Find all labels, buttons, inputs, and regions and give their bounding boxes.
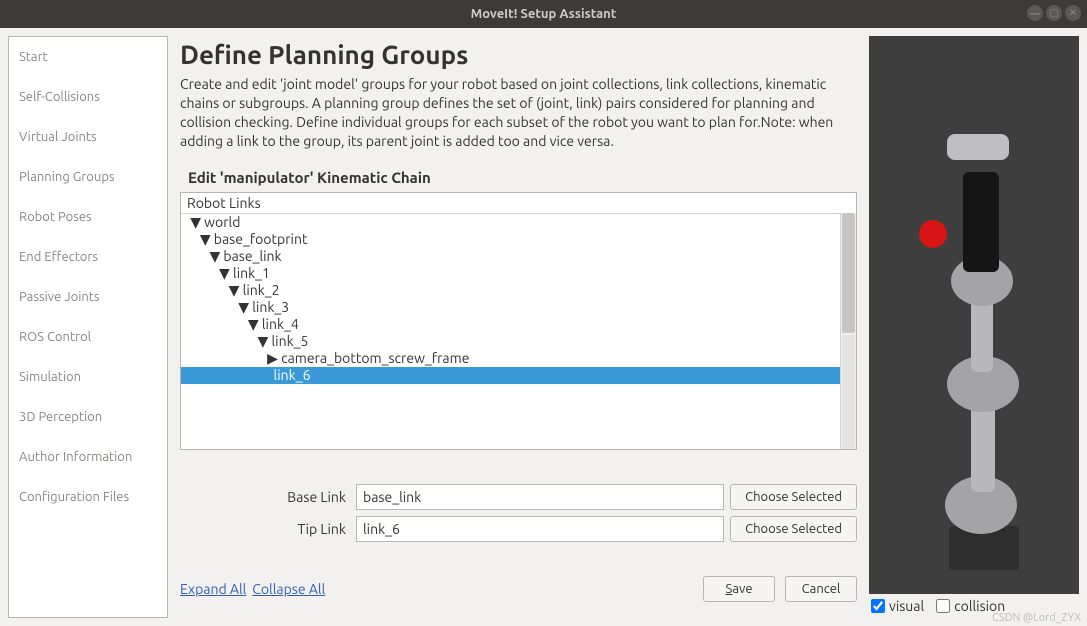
tree-header[interactable]: Robot Links	[181, 193, 856, 214]
page-description: Create and edit 'joint model' groups for…	[180, 75, 857, 151]
choose-base-button[interactable]: Choose Selected	[730, 484, 857, 510]
robot-marker	[919, 220, 947, 248]
base-link-row: Base Link Choose Selected	[180, 484, 857, 510]
close-icon[interactable]: ✕	[1065, 5, 1081, 21]
robot-viewport[interactable]	[869, 36, 1079, 594]
sidebar-item-passive-joints[interactable]: Passive Joints	[9, 277, 167, 317]
scrollbar-thumb[interactable]	[842, 213, 855, 333]
expand-all-link[interactable]: Expand All	[180, 581, 246, 597]
tree-body[interactable]: ▼ world ▼ base_footprint ▼ base_link ▼ l…	[181, 214, 856, 444]
tree-row-link_6[interactable]: link_6	[181, 367, 856, 384]
watermark: CSDN @Lord_ZYX	[992, 612, 1081, 624]
scrollbar-track[interactable]	[842, 335, 855, 449]
tree-row-base_link[interactable]: ▼ base_link	[181, 248, 856, 265]
bottom-row: Expand All Collapse All Save Cancel	[180, 576, 857, 602]
base-link-input[interactable]	[356, 484, 724, 510]
scrollbar[interactable]	[840, 213, 856, 449]
minimize-icon[interactable]: —	[1027, 5, 1043, 21]
sidebar-item-virtual-joints[interactable]: Virtual Joints	[9, 117, 167, 157]
tree-row-link_2[interactable]: ▼ link_2	[181, 282, 856, 299]
sidebar-item-configuration-files[interactable]: Configuration Files	[9, 477, 167, 517]
base-link-label: Base Link	[180, 489, 350, 505]
tree-row-link_3[interactable]: ▼ link_3	[181, 299, 856, 316]
collapse-all-link[interactable]: Collapse All	[252, 581, 325, 597]
tip-link-label: Tip Link	[180, 521, 350, 537]
sidebar-item-ros-control[interactable]: ROS Control	[9, 317, 167, 357]
tree-row-link_4[interactable]: ▼ link_4	[181, 316, 856, 333]
window-title: MoveIt! Setup Assistant	[471, 7, 617, 21]
main-panel: Define Planning Groups Create and edit '…	[176, 36, 861, 618]
page-title: Define Planning Groups	[180, 40, 857, 69]
tip-link-row: Tip Link Choose Selected	[180, 516, 857, 542]
sidebar-item-planning-groups[interactable]: Planning Groups	[9, 157, 167, 197]
maximize-icon[interactable]: ▢	[1046, 5, 1062, 21]
visual-checkbox-label[interactable]: visual	[871, 598, 924, 614]
tree-row-camera_bottom_screw_frame[interactable]: ▶ camera_bottom_screw_frame	[181, 350, 856, 367]
visualization-panel: visual collision	[869, 36, 1079, 618]
sidebar-item-robot-poses[interactable]: Robot Poses	[9, 197, 167, 237]
collision-checkbox[interactable]	[936, 599, 950, 613]
tree-row-world[interactable]: ▼ world	[181, 214, 856, 231]
titlebar: MoveIt! Setup Assistant — ▢ ✕	[0, 0, 1087, 28]
window-controls: — ▢ ✕	[1027, 5, 1081, 21]
tree-row-base_footprint[interactable]: ▼ base_footprint	[181, 231, 856, 248]
robot-link-3	[963, 172, 999, 272]
tree-row-link_1[interactable]: ▼ link_1	[181, 265, 856, 282]
sidebar-item-author-information[interactable]: Author Information	[9, 437, 167, 477]
tip-link-input[interactable]	[356, 516, 724, 542]
section-title: Edit 'manipulator' Kinematic Chain	[188, 169, 857, 186]
sidebar-item-3d-perception[interactable]: 3D Perception	[9, 397, 167, 437]
tree-view[interactable]: Robot Links ▼ world ▼ base_footprint ▼ b…	[180, 192, 857, 450]
cancel-button[interactable]: Cancel	[785, 576, 857, 602]
choose-tip-button[interactable]: Choose Selected	[730, 516, 857, 542]
sidebar-item-start[interactable]: Start	[9, 37, 167, 77]
save-button[interactable]: Save	[703, 576, 775, 602]
visual-checkbox[interactable]	[871, 599, 885, 613]
tree-row-link_5[interactable]: ▼ link_5	[181, 333, 856, 350]
sidebar: StartSelf-CollisionsVirtual JointsPlanni…	[8, 36, 168, 618]
sidebar-item-simulation[interactable]: Simulation	[9, 357, 167, 397]
sidebar-item-end-effectors[interactable]: End Effectors	[9, 237, 167, 277]
sidebar-item-self-collisions[interactable]: Self-Collisions	[9, 77, 167, 117]
robot-tool	[947, 134, 1009, 160]
